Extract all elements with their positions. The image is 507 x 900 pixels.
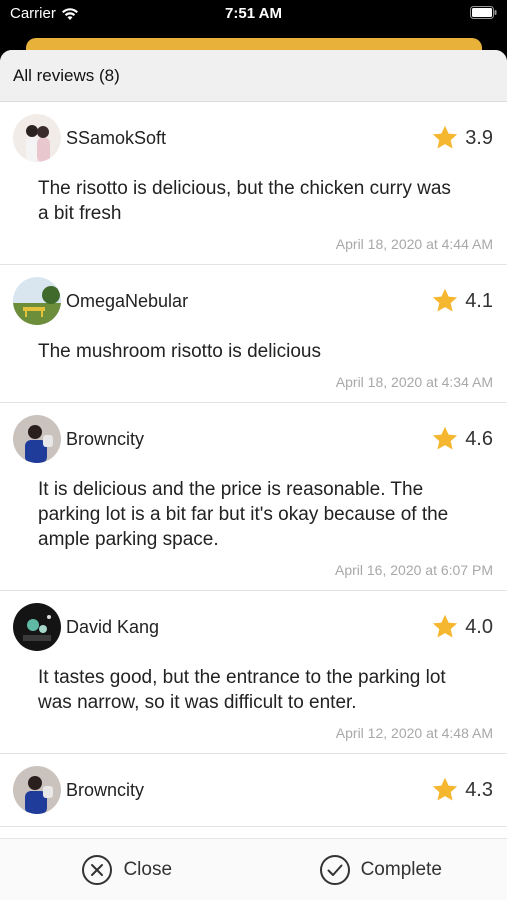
avatar[interactable] (13, 415, 61, 463)
sheet-title: All reviews (8) (13, 65, 120, 85)
rating: 4.0 (431, 613, 493, 641)
star-icon (433, 125, 458, 149)
reviews-sheet: All reviews (8) SSamokSoft 3.9 The risot… (0, 50, 507, 900)
review-item: Browncity 4.3 (0, 754, 507, 827)
rating-score: 4.6 (465, 427, 493, 450)
avatar[interactable] (13, 114, 61, 162)
avatar[interactable] (13, 603, 61, 651)
rating: 4.6 (431, 425, 493, 453)
sheet-header: All reviews (8) (0, 50, 507, 102)
rating-score: 3.9 (465, 126, 493, 149)
review-item: OmegaNebular 4.1 The mushroom risotto is… (0, 265, 507, 403)
complete-label: Complete (360, 858, 442, 880)
review-date: April 18, 2020 at 4:34 AM (335, 374, 493, 390)
rating-score: 4.1 (465, 289, 493, 312)
review-date: April 18, 2020 at 4:44 AM (335, 236, 493, 252)
reviewer-name: Browncity (66, 428, 145, 449)
status-bar: Carrier 7:51 AM (0, 0, 507, 28)
close-label: Close (123, 858, 173, 880)
avatar[interactable] (13, 766, 61, 814)
reviewer-name: David Kang (66, 616, 160, 637)
star-icon (433, 288, 458, 312)
bottom-action-bar: Close Complete (0, 838, 507, 900)
star-icon (433, 777, 458, 801)
review-date: April 16, 2020 at 6:07 PM (335, 562, 493, 578)
rating-score: 4.0 (465, 615, 493, 638)
clock: 7:51 AM (225, 5, 282, 22)
reviewer-name: OmegaNebular (66, 290, 189, 311)
avatar[interactable] (13, 277, 61, 325)
close-button[interactable]: Close (0, 839, 254, 900)
star-icon (433, 614, 458, 638)
reviewer-name: SSamokSoft (66, 127, 167, 148)
rating: 4.1 (431, 287, 493, 315)
review-item: Browncity 4.6 It is delicious and the pr… (0, 403, 507, 591)
review-item: David Kang 4.0 It tastes good, but the e… (0, 591, 507, 754)
battery-icon (470, 6, 497, 19)
reviewer-name: Browncity (66, 779, 145, 800)
review-text: It tastes good, but the entrance to the … (38, 667, 446, 713)
rating: 3.9 (431, 124, 493, 152)
star-icon (433, 426, 458, 450)
reviews-list[interactable]: SSamokSoft 3.9 The risotto is delicious,… (0, 102, 507, 840)
review-date: April 12, 2020 at 4:48 AM (335, 725, 493, 741)
review-text: The risotto is delicious, but the chicke… (38, 178, 451, 224)
checkmark-icon (319, 854, 350, 885)
complete-button[interactable]: Complete (254, 839, 507, 900)
review-item: SSamokSoft 3.9 The risotto is delicious,… (0, 102, 507, 265)
rating-score: 4.3 (465, 778, 493, 801)
review-text: It is delicious and the price is reasona… (38, 479, 449, 550)
close-icon (82, 854, 113, 885)
rating: 4.3 (431, 776, 493, 804)
review-text: The mushroom risotto is delicious (38, 341, 321, 362)
